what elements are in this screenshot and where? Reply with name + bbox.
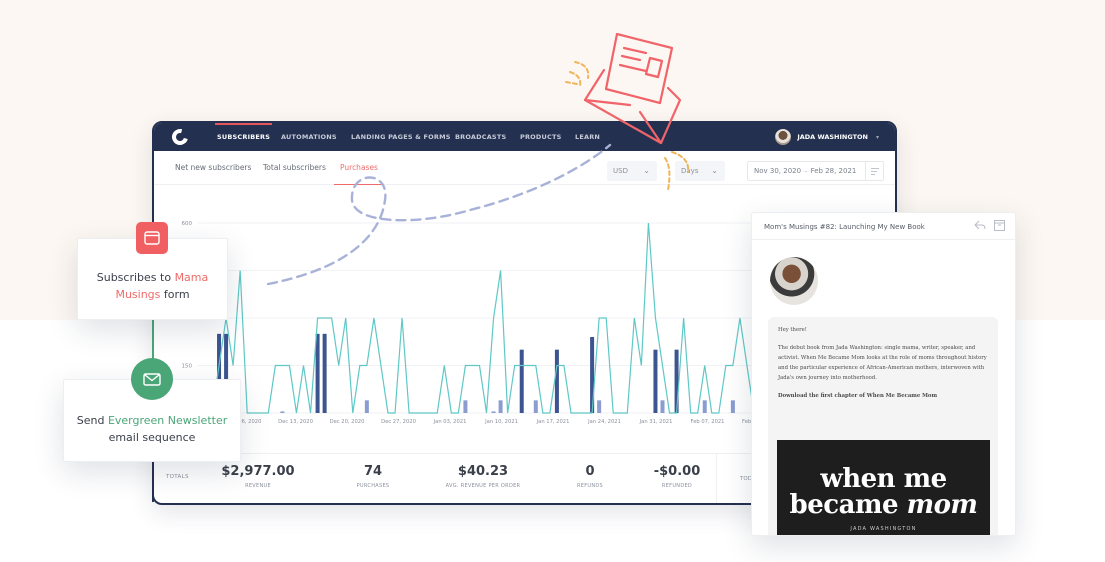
date-range-picker[interactable]: Nov 30, 2020– Feb 28, 2021	[747, 161, 884, 181]
bar-light	[364, 400, 369, 413]
bar-light	[730, 400, 735, 413]
email-header: Mom's Musings #82: Launching My New Book	[752, 213, 1015, 240]
bar-light	[597, 400, 602, 413]
nav-products[interactable]: PRODUCTS	[520, 123, 561, 151]
x-tick-label: Dec 13, 2020	[278, 419, 313, 425]
totals-divider	[716, 454, 717, 503]
flow-connector	[152, 200, 154, 222]
stat-label: REVENUE	[245, 483, 271, 489]
top-navbar: SUBSCRIBERS AUTOMATIONS LANDING PAGES & …	[154, 123, 895, 151]
bar-dark	[519, 349, 524, 413]
book-title-emphasis: mom	[906, 490, 978, 520]
bar-dark	[322, 333, 327, 413]
bar-dark	[653, 349, 658, 413]
book-title-line2: became mom	[777, 492, 990, 518]
chevron-down-icon: ▾	[875, 133, 879, 141]
stat-value: -$0.00	[653, 464, 701, 479]
stat-value: 74	[363, 464, 383, 479]
bar-light	[280, 411, 285, 413]
date-separator: –	[804, 167, 808, 175]
chevron-down-icon: ⌄	[711, 166, 718, 175]
bar-dark	[315, 333, 320, 413]
step-text: form	[160, 288, 190, 301]
date-start: Nov 30, 2020	[754, 167, 802, 175]
book-title-line1: when me	[820, 464, 947, 494]
nav-landing-pages-forms[interactable]: LANDING PAGES & FORMS	[351, 123, 451, 151]
book-author: JADA WASHINGTON	[850, 526, 917, 532]
step-text: Subscribes to	[96, 271, 175, 284]
currency-select[interactable]: USD ⌄	[607, 161, 657, 181]
filter-icon[interactable]	[865, 162, 883, 180]
step-text: email sequence	[108, 431, 196, 444]
x-tick-label: Jan 24, 2021	[587, 419, 621, 425]
user-avatar	[775, 129, 792, 145]
y-tick-label: 150	[182, 364, 193, 370]
nav-broadcasts[interactable]: BROADCASTS	[455, 123, 506, 151]
bar-light	[702, 400, 707, 413]
email-preview: Mom's Musings #82: Launching My New Book…	[751, 212, 1016, 536]
currency-value: USD	[613, 167, 628, 175]
nav-automations[interactable]: AUTOMATIONS	[281, 123, 337, 151]
sender-avatar	[770, 257, 818, 305]
bar-light	[660, 400, 665, 413]
user-menu[interactable]: JADA WASHINGTON ▾	[775, 123, 879, 151]
browser-window-icon	[136, 222, 168, 254]
stat-value: $2,977.00	[221, 464, 295, 479]
interval-value: Days	[681, 167, 699, 175]
tab-net-new-subscribers[interactable]: Net new subscribers	[175, 163, 251, 172]
step-text: Send	[76, 414, 108, 427]
x-tick-label: Jan 31, 2021	[639, 419, 673, 425]
bar-light	[533, 400, 538, 413]
bar-dark	[554, 349, 559, 413]
nav-subscribers[interactable]: SUBSCRIBERS	[214, 123, 273, 151]
y-tick-label: 600	[182, 221, 193, 227]
totals-label: TOTALS	[166, 474, 189, 480]
book-cover-image: when me became mom JADA WASHINGTON	[777, 440, 990, 535]
stat-value: $40.23	[457, 464, 509, 479]
user-name: JADA WASHINGTON	[797, 133, 868, 141]
logo-icon[interactable]	[169, 126, 191, 148]
sequence-name-link[interactable]: Evergreen Newsletter	[108, 414, 227, 427]
date-end: Feb 28, 2021	[810, 167, 857, 175]
stat-label: AVG. REVENUE PER ORDER	[445, 483, 521, 489]
bar-light	[463, 400, 468, 413]
bar-light	[491, 411, 496, 413]
stat-avg-revenue: $40.23 AVG. REVENUE PER ORDER	[423, 464, 543, 489]
bar-dark	[674, 349, 679, 413]
nav-learn[interactable]: LEARN	[575, 123, 600, 151]
stat-label: REFUNDED	[661, 483, 693, 489]
x-tick-label: Feb 07, 2021	[691, 419, 725, 425]
x-tick-label: Dec 20, 2020	[330, 419, 365, 425]
flow-connector	[152, 462, 154, 502]
stat-revenue: $2,977.00 REVENUE	[198, 464, 318, 489]
book-title-word: became	[789, 490, 907, 520]
interval-select[interactable]: Days ⌄	[675, 161, 725, 181]
bar-light	[498, 400, 503, 413]
archive-icon[interactable]	[994, 220, 1005, 233]
tab-total-subscribers[interactable]: Total subscribers	[263, 163, 326, 172]
x-tick-label: Jan 17, 2021	[536, 419, 570, 425]
x-tick-label: Jan 03, 2021	[433, 419, 467, 425]
flow-connector	[152, 320, 154, 360]
x-tick-label: Dec 27, 2020	[381, 419, 416, 425]
chevron-down-icon: ⌄	[643, 166, 650, 175]
reply-icon[interactable]	[974, 220, 986, 233]
stat-purchases: 74 PURCHASES	[313, 464, 433, 489]
email-cta[interactable]: Download the first chapter of When Me Be…	[778, 391, 988, 401]
email-greeting: Hey there!	[778, 327, 807, 333]
envelope-icon	[131, 358, 173, 400]
email-paragraph: The debut book from Jada Washington: sin…	[778, 345, 987, 381]
tab-purchases[interactable]: Purchases	[334, 163, 384, 185]
email-subject: Mom's Musings #82: Launching My New Book	[764, 223, 925, 231]
stat-label: PURCHASES	[356, 483, 390, 489]
stat-refunded: -$0.00 REFUNDED	[617, 464, 737, 489]
x-tick-label: Jan 10, 2021	[484, 419, 518, 425]
